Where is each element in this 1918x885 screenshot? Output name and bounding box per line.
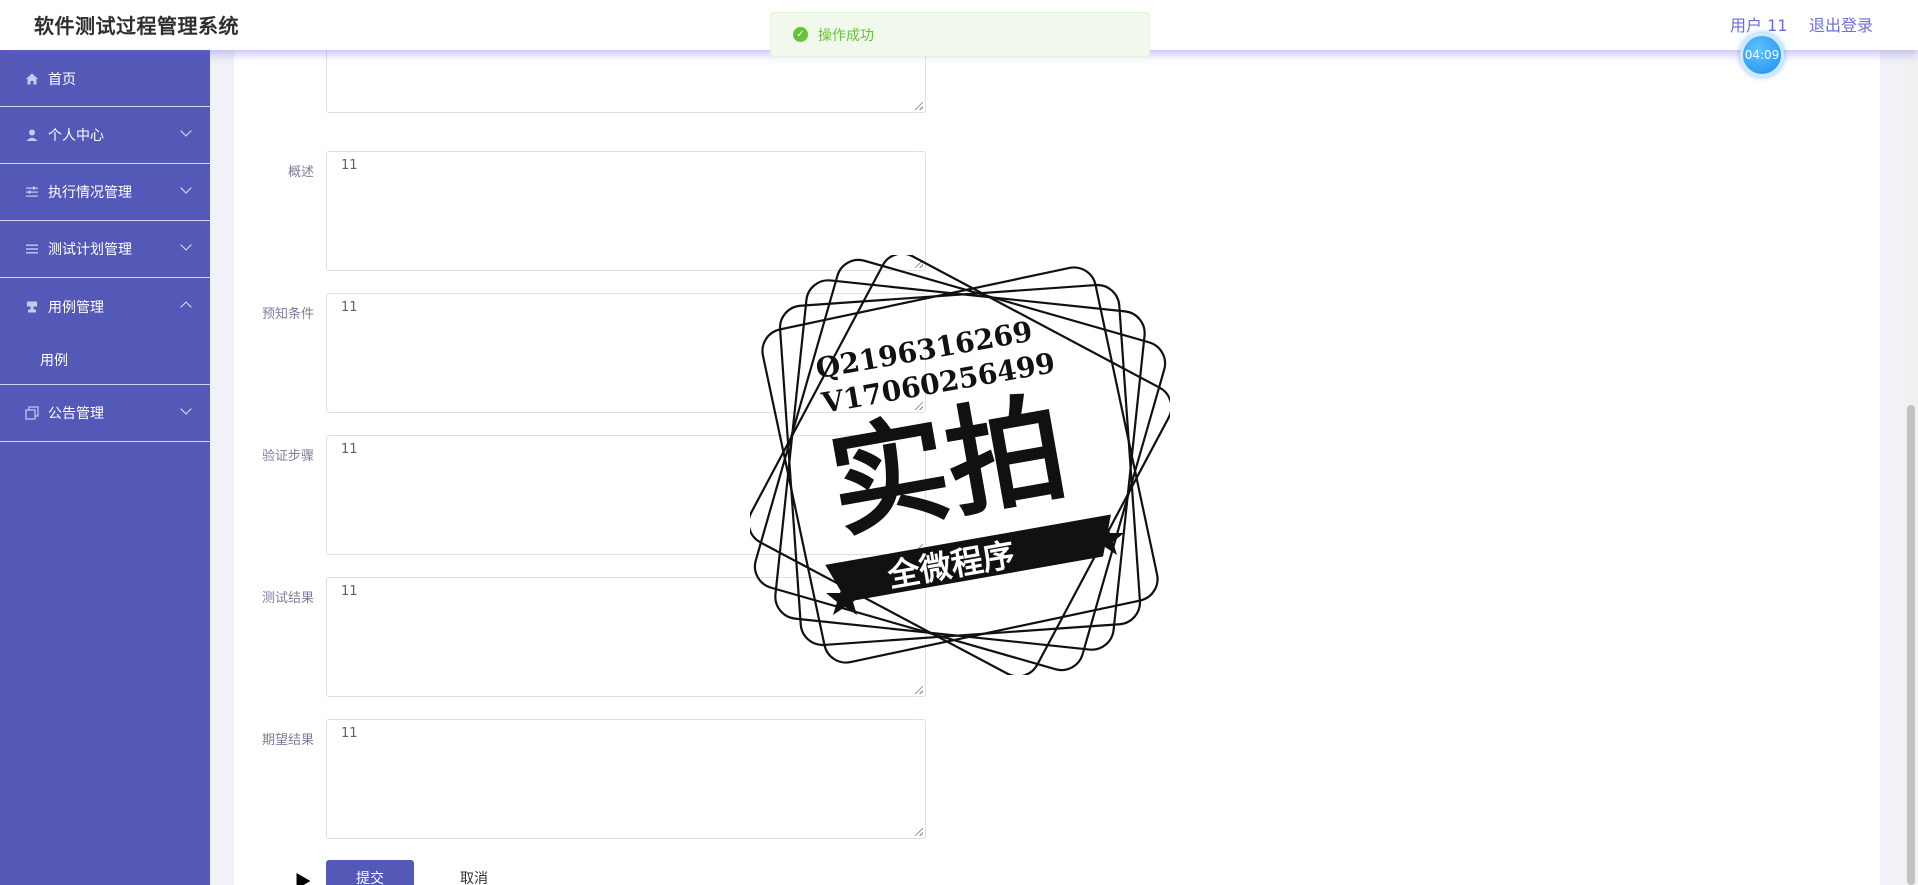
- textarea-value: 11: [341, 442, 358, 457]
- resize-grip-icon[interactable]: [915, 544, 923, 552]
- form-label: 验证步骤: [261, 449, 314, 464]
- logout-link[interactable]: 退出登录: [1809, 12, 1873, 36]
- user-icon: [24, 127, 40, 143]
- summary-textarea[interactable]: 11: [326, 151, 926, 271]
- sidebar-item-label: 首页: [48, 71, 76, 88]
- sidebar-item-label: 个人中心: [48, 128, 104, 144]
- textarea-value: 11: [341, 584, 358, 599]
- success-toast: ✓ 操作成功: [770, 12, 1150, 57]
- sidebar-item-home[interactable]: 首页: [0, 50, 210, 107]
- chevron-down-icon: [180, 403, 192, 415]
- submit-button[interactable]: 提交: [326, 860, 414, 885]
- list-icon: [24, 241, 40, 257]
- precondition-textarea[interactable]: 11: [326, 293, 926, 413]
- textarea-value: 11: [341, 158, 358, 173]
- expected-result-textarea[interactable]: 11: [326, 719, 926, 839]
- timer-badge: 04:09: [1740, 33, 1784, 77]
- resize-grip-icon[interactable]: [915, 260, 923, 268]
- scrollbar-thumb[interactable]: [1907, 405, 1915, 885]
- sidebar-item-test-plan[interactable]: 测试计划管理: [0, 221, 210, 278]
- form-label: 测试结果: [261, 591, 314, 606]
- textarea-value: 11: [341, 300, 358, 315]
- sidebar-item-execution[interactable]: 执行情况管理: [0, 164, 210, 221]
- form-label: 期望结果: [261, 733, 314, 748]
- steps-textarea[interactable]: 11: [326, 435, 926, 555]
- sliders-icon: [24, 184, 40, 200]
- toast-message: 操作成功: [818, 27, 874, 44]
- resize-grip-icon[interactable]: [915, 102, 923, 110]
- textarea-value: 11: [341, 726, 358, 741]
- sidebar-item-label: 执行情况管理: [48, 185, 132, 201]
- form-label: 预知条件: [261, 307, 314, 322]
- stamp-icon: [24, 299, 40, 315]
- chevron-up-icon: [180, 301, 192, 313]
- sidebar-item-case-mgmt[interactable]: 用例管理: [0, 278, 210, 335]
- cancel-button[interactable]: 取消: [444, 860, 504, 885]
- resize-grip-icon[interactable]: [915, 828, 923, 836]
- sidebar: 首页 个人中心 执行情况管理 测试计划管理 用例管理 用例 公告管理: [0, 50, 210, 885]
- app-title: 软件测试过程管理系统: [34, 14, 239, 38]
- sidebar-subitem-case[interactable]: 用例: [0, 335, 210, 385]
- chevron-down-icon: [180, 125, 192, 137]
- copy-icon: [24, 405, 40, 421]
- page-scrollbar[interactable]: [1904, 50, 1918, 885]
- resize-grip-icon[interactable]: [915, 686, 923, 694]
- home-icon: [24, 71, 40, 87]
- main-form-card: 概述 11 预知条件 11 验证步骤 11 测试结果 11 期望结果 11 提交…: [234, 0, 1880, 885]
- sidebar-item-label: 测试计划管理: [48, 242, 132, 258]
- sidebar-item-label: 公告管理: [48, 406, 104, 422]
- resize-grip-icon[interactable]: [915, 402, 923, 410]
- sidebar-item-notice[interactable]: 公告管理: [0, 385, 210, 442]
- sidebar-item-label: 用例管理: [48, 299, 104, 316]
- test-result-textarea[interactable]: 11: [326, 577, 926, 697]
- chevron-down-icon: [180, 239, 192, 251]
- check-circle-icon: ✓: [793, 27, 808, 42]
- sidebar-subitem-label: 用例: [40, 352, 68, 369]
- chevron-down-icon: [180, 182, 192, 194]
- form-label: 概述: [287, 165, 314, 180]
- sidebar-item-profile[interactable]: 个人中心: [0, 107, 210, 164]
